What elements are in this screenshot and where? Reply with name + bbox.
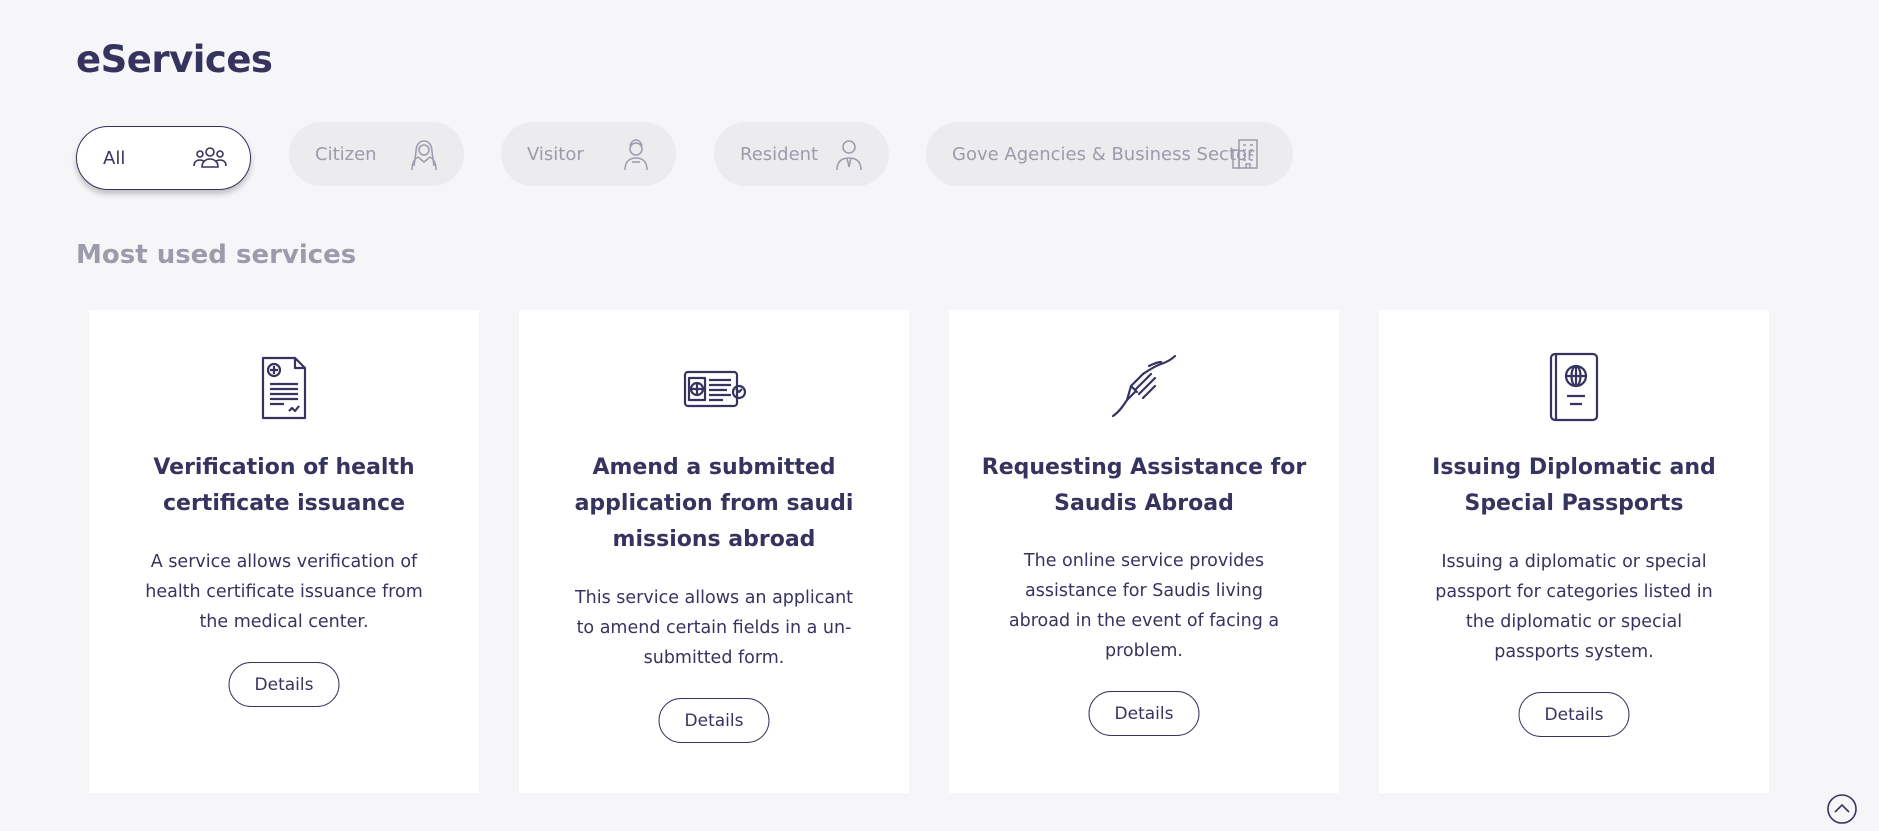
service-title: Issuing Diplomatic and Special Passports [1432, 455, 1716, 516]
filter-chip-resident[interactable]: Resident [714, 122, 889, 186]
details-button[interactable]: Details [658, 698, 770, 743]
filter-chip-all[interactable]: All [76, 126, 251, 190]
service-card: Amend a submitted application from saudi… [519, 310, 909, 793]
service-card: Requesting Assistance for Saudis Abroad … [949, 310, 1339, 793]
filter-chip-gov-business[interactable]: Gove Agencies & Business Sector [926, 122, 1293, 186]
citizen-icon [411, 140, 437, 171]
health-certificate-icon [261, 356, 307, 420]
details-button[interactable]: Details [1088, 691, 1200, 736]
filter-chip-label: All [103, 147, 126, 169]
service-description: The online service provides assistance f… [1008, 551, 1280, 661]
id-card-icon [683, 370, 747, 408]
service-card: Issuing Diplomatic and Special Passports… [1379, 310, 1769, 793]
page-title: eServices [76, 38, 273, 81]
details-button[interactable]: Details [1518, 692, 1630, 737]
service-title: Requesting Assistance for Saudis Abroad [981, 455, 1307, 516]
group-icon [193, 147, 227, 168]
building-icon [1232, 139, 1258, 169]
filter-chip-label: Visitor [527, 143, 584, 165]
service-description: This service allows an applicant to amen… [574, 588, 854, 668]
helping-hands-icon [1111, 354, 1177, 418]
service-title: Verification of health certificate issua… [153, 455, 415, 516]
audience-filter-bar: All Citizen Visitor Resident Gove Agenci… [76, 122, 1376, 190]
visitor-icon [624, 139, 648, 171]
service-title: Amend a submitted application from saudi… [574, 455, 854, 552]
scroll-to-top-icon[interactable] [1826, 793, 1858, 825]
passport-icon [1549, 352, 1599, 422]
filter-chip-visitor[interactable]: Visitor [501, 122, 676, 186]
service-card: Verification of health certificate issua… [89, 310, 479, 793]
filter-chip-citizen[interactable]: Citizen [289, 122, 464, 186]
resident-icon [836, 140, 862, 171]
filter-chip-label: Citizen [315, 143, 377, 165]
filter-chip-label: Gove Agencies & Business Sector [952, 143, 1255, 165]
filter-chip-label: Resident [740, 143, 819, 165]
service-description: Issuing a diplomatic or special passport… [1435, 552, 1713, 662]
section-title: Most used services [76, 240, 357, 270]
service-description: A service allows verification of health … [145, 552, 423, 632]
details-button[interactable]: Details [228, 662, 340, 707]
